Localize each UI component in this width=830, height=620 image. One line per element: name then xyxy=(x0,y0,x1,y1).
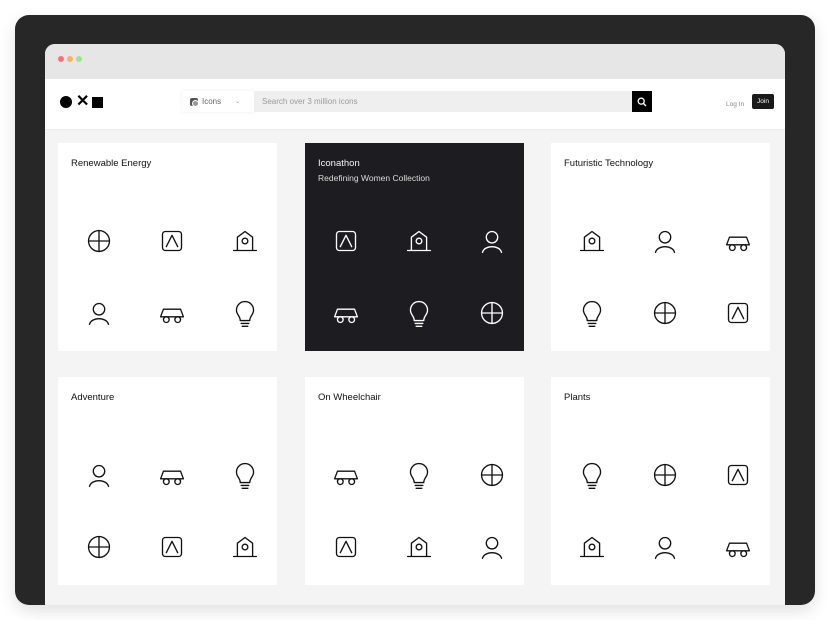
wheelchair-umbrella-icon[interactable] xyxy=(399,527,439,567)
collection-card-iconathon[interactable]: Iconathon Redefining Women Collection xyxy=(305,143,524,351)
collection-card-renewable-energy[interactable]: Renewable Energy xyxy=(58,143,277,351)
collection-card-adventure[interactable]: Adventure xyxy=(58,377,277,585)
binoculars-passport-icon[interactable] xyxy=(152,527,192,567)
wheelchair-presenter-icon[interactable] xyxy=(472,455,512,495)
top-navbar: ✕ Icons ⌄ Log In Join xyxy=(45,79,785,130)
search-type-label: Icons xyxy=(202,97,222,106)
search-bar: Icons ⌄ xyxy=(182,91,652,112)
kayak-icon[interactable] xyxy=(225,527,265,567)
women-high-five-icon[interactable] xyxy=(326,293,366,333)
hologram-person-icon[interactable] xyxy=(572,293,612,333)
wheelchair-gardener-icon[interactable] xyxy=(326,527,366,567)
collection-title: Futuristic Technology xyxy=(564,158,654,169)
collection-card-futuristic-technology[interactable]: Futuristic Technology xyxy=(551,143,770,351)
browser-titlebar xyxy=(45,44,785,79)
square-icon xyxy=(92,96,103,108)
willow-branch-icon[interactable] xyxy=(718,527,758,567)
noun-icon xyxy=(190,97,199,107)
collection-title: Renewable Energy xyxy=(71,158,152,169)
leafy-branch-icon[interactable] xyxy=(572,455,612,495)
solar-panel-icon[interactable] xyxy=(225,221,265,261)
lightbulb-gear-icon[interactable] xyxy=(225,293,265,333)
sunflower-pot-icon[interactable] xyxy=(718,455,758,495)
cryo-pod-icon[interactable] xyxy=(645,221,685,261)
login-link[interactable]: Log In xyxy=(726,101,744,108)
join-button[interactable]: Join xyxy=(752,94,774,109)
search-input[interactable] xyxy=(254,91,632,112)
mountains-forest-icon[interactable] xyxy=(152,455,192,495)
battery-recharge-icon[interactable] xyxy=(79,293,119,333)
search-type-dropdown[interactable]: Icons ⌄ xyxy=(182,91,254,112)
minimize-window-button[interactable] xyxy=(67,56,73,62)
collection-title: Plants xyxy=(564,392,591,403)
logo[interactable]: ✕ xyxy=(60,93,103,110)
wheelchair-photographer-icon[interactable] xyxy=(399,455,439,495)
global-recycling-icon[interactable] xyxy=(152,221,192,261)
lotus-flower-icon[interactable] xyxy=(645,455,685,495)
ufo-icon[interactable] xyxy=(645,293,685,333)
collection-title: Iconathon xyxy=(318,158,360,169)
wheelchair-celebrate-icon[interactable] xyxy=(326,455,366,495)
collection-card-plants[interactable]: Plants xyxy=(551,377,770,585)
browser-window: ✕ Icons ⌄ Log In Join Renewable Energy xyxy=(45,44,785,605)
flowers-bush-icon[interactable] xyxy=(572,527,612,567)
collection-card-on-wheelchair[interactable]: On Wheelchair xyxy=(305,377,524,585)
woman-scientist-icon[interactable] xyxy=(399,293,439,333)
map-compass-icon[interactable] xyxy=(225,455,265,495)
search-icon xyxy=(637,97,647,106)
woman-leader-crowd-icon[interactable] xyxy=(472,293,512,333)
flying-car-icon[interactable] xyxy=(572,221,612,261)
robot-cleaner-icon[interactable] xyxy=(718,293,758,333)
surfer-wave-icon[interactable] xyxy=(79,527,119,567)
search-button[interactable] xyxy=(632,91,652,112)
chevron-down-icon: ⌄ xyxy=(235,99,241,105)
cactus-icon[interactable] xyxy=(645,527,685,567)
collection-subtitle: Redefining Women Collection xyxy=(318,173,430,183)
ai-network-icon[interactable] xyxy=(718,221,758,261)
collection-title: Adventure xyxy=(71,392,115,403)
wheelchair-couple-icon[interactable] xyxy=(472,527,512,567)
snorkel-mask-icon[interactable] xyxy=(79,455,119,495)
woman-hijab-desk-icon[interactable] xyxy=(472,221,512,261)
cross-icon: ✕ xyxy=(76,93,90,110)
collection-title: On Wheelchair xyxy=(318,392,381,403)
close-window-button[interactable] xyxy=(58,56,64,62)
circle-icon xyxy=(60,96,72,108)
maximize-window-button[interactable] xyxy=(76,56,82,62)
woman-astronaut-icon[interactable] xyxy=(326,221,366,261)
wind-turbine-icon[interactable] xyxy=(79,221,119,261)
women-network-icon[interactable] xyxy=(399,221,439,261)
electric-car-icon[interactable] xyxy=(152,293,192,333)
